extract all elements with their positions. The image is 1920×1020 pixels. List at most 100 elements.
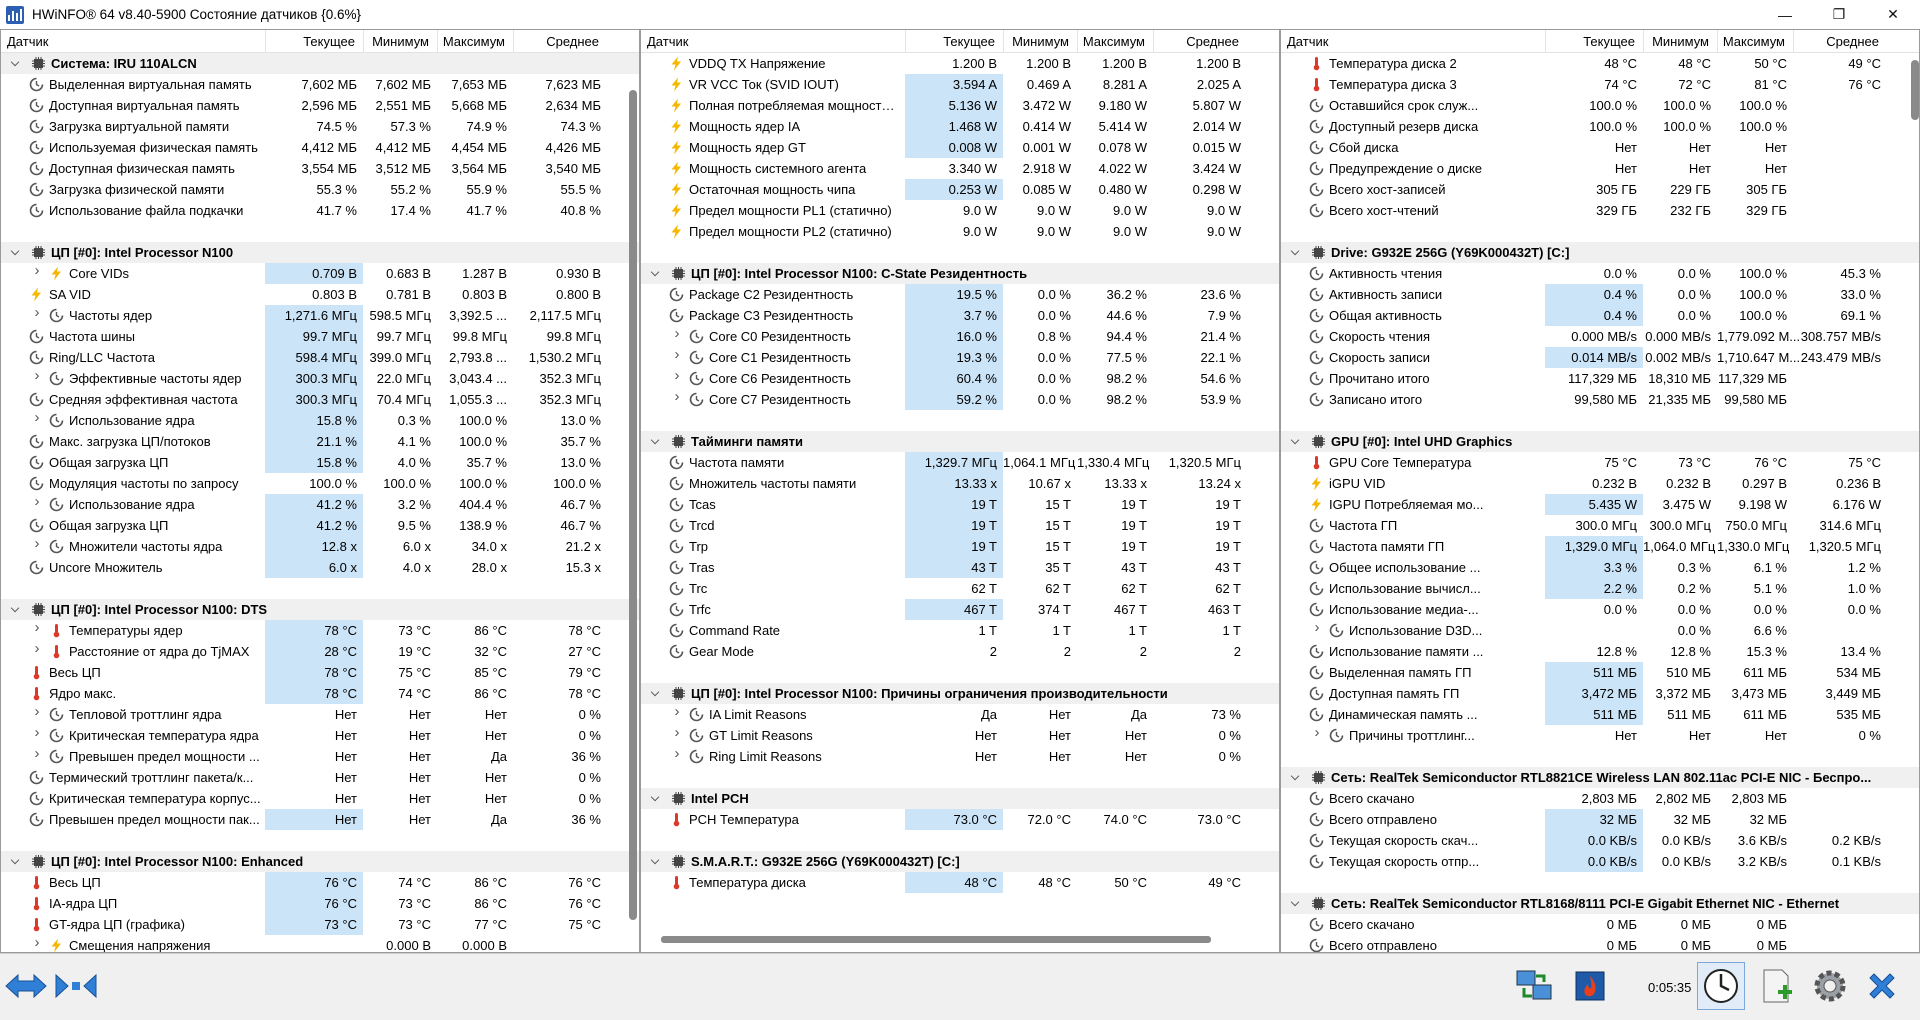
chevron-down-icon[interactable]: ⌵	[1289, 771, 1301, 783]
sensor-row[interactable]: Макс. загрузка ЦП/потоков 21.1 % 4.1 % 100.…	[1, 431, 639, 452]
sensor-row[interactable]: Всего хост-чтений 329 ГБ 232 ГБ 329 ГБ	[1281, 200, 1919, 221]
sensor-row[interactable]: › Ring Limit Reasons Нет Нет Нет 0 %	[641, 746, 1279, 767]
chevron-right-icon[interactable]: ›	[671, 389, 683, 404]
sensor-group-header[interactable]: ⌵ GPU [#0]: Intel UHD Graphics	[1281, 431, 1919, 452]
sensor-pane-1[interactable]: Датчик Текущее Минимум Максимум Среднее ⌵ Сист…	[0, 29, 640, 953]
sensor-row[interactable]: Весь ЦП 78 °C 75 °C 85 °C 79 °C	[1, 662, 639, 683]
chevron-right-icon[interactable]: ›	[671, 746, 683, 761]
sensor-row[interactable]: Trcd 19 T 15 T 19 T 19 T	[641, 515, 1279, 536]
sensor-row[interactable]: › Использование ядра 41.2 % 3.2 % 404.4 % 46.…	[1, 494, 639, 515]
sensor-row[interactable]: Выделенная память ГП 511 МБ 510 МБ 611 МБ 53…	[1281, 662, 1919, 683]
sensor-row[interactable]: Мощность ядер GT 0.008 W 0.001 W 0.078 W 0.0…	[641, 137, 1279, 158]
chevron-down-icon[interactable]: ⌵	[9, 246, 21, 258]
column-separator[interactable]	[1003, 30, 1004, 52]
sensor-row[interactable]: Записано итого 99,580 МБ 21,335 МБ 99,580 М…	[1281, 389, 1919, 410]
chevron-right-icon[interactable]: ›	[31, 620, 43, 635]
column-header-current[interactable]: Текущее	[303, 34, 355, 49]
sensor-row[interactable]: Использование медиа-... 0.0 % 0.0 % 0.0 % 0.…	[1281, 599, 1919, 620]
sensor-row[interactable]: › Core VIDs 0.709 В 0.683 В 1.287 В 0.930 В	[1, 263, 639, 284]
sensor-row[interactable]: › Смещения напряжения 0.000 В 0.000 В	[1, 935, 639, 952]
chevron-right-icon[interactable]: ›	[31, 725, 43, 740]
column-separator[interactable]	[1717, 30, 1718, 52]
chevron-down-icon[interactable]: ⌵	[649, 267, 661, 279]
sensor-row[interactable]: Температура диска 48 °C 48 °C 50 °C 49 °C	[641, 872, 1279, 893]
sensor-row[interactable]: › Причины троттлинг... Нет Нет Нет 0 %	[1281, 725, 1919, 746]
chevron-right-icon[interactable]: ›	[31, 263, 43, 278]
sensor-row[interactable]: Использование файла подкачки 41.7 % 17.4 %…	[1, 200, 639, 221]
column-header-current[interactable]: Текущее	[943, 34, 995, 49]
collapse-all-button[interactable]	[52, 962, 100, 1010]
sensor-row[interactable]: Остаточная мощность чипа 0.253 W 0.085 W 0.…	[641, 179, 1279, 200]
sensor-row[interactable]: Активность чтения 0.0 % 0.0 % 100.0 % 45.3 %	[1281, 263, 1919, 284]
sensor-row[interactable]: › Температуры ядер 78 °C 73 °C 86 °C 78 °C	[1, 620, 639, 641]
sensor-row[interactable]: Tras 43 T 35 T 43 T 43 T	[641, 557, 1279, 578]
sensor-group-header[interactable]: ⌵ Тайминги памяти	[641, 431, 1279, 452]
chevron-right-icon[interactable]: ›	[1311, 620, 1323, 635]
sensor-row[interactable]: Динамическая память ... 511 МБ 511 МБ 611 М…	[1281, 704, 1919, 725]
sensor-row[interactable]: Всего скачано 2,803 МБ 2,802 МБ 2,803 МБ	[1281, 788, 1919, 809]
column-separator[interactable]	[437, 30, 438, 52]
sensor-row[interactable]: Загрузка физической памяти 55.3 % 55.2 % 55…	[1, 179, 639, 200]
sensor-row[interactable]: Общая активность 0.4 % 0.0 % 100.0 % 69.1 %	[1281, 305, 1919, 326]
expand-all-button[interactable]	[2, 962, 50, 1010]
sensor-pane-2[interactable]: Датчик Текущее Минимум Максимум Среднее VDDQ …	[640, 29, 1280, 953]
sensor-row[interactable]: Package C3 Резидентность 3.7 % 0.0 % 44.6 %…	[641, 305, 1279, 326]
sensor-row[interactable]: GPU Core Температура 75 °C 73 °C 76 °C 75 °C	[1281, 452, 1919, 473]
sensor-row[interactable]: Trfc 467 T 374 T 467 T 463 T	[641, 599, 1279, 620]
column-separator[interactable]	[1153, 30, 1154, 52]
chevron-right-icon[interactable]: ›	[31, 368, 43, 383]
sensor-row[interactable]: Всего хост-записей 305 ГБ 229 ГБ 305 ГБ	[1281, 179, 1919, 200]
chevron-down-icon[interactable]: ⌵	[649, 792, 661, 804]
report-button[interactable]	[1752, 962, 1800, 1010]
column-separator[interactable]	[1643, 30, 1644, 52]
sensor-row[interactable]: Выделенная виртуальная память 7,602 МБ 7,6…	[1, 74, 639, 95]
sensor-row[interactable]: PCH Температура 73.0 °C 72.0 °C 74.0 °C 73.0…	[641, 809, 1279, 830]
column-separator[interactable]	[905, 30, 906, 52]
sensor-row[interactable]: › Тепловой троттлинг ядра Нет Нет Нет 0 %	[1, 704, 639, 725]
sensor-row[interactable]: Температура диска 3 74 °C 72 °C 81 °C 76 °C	[1281, 74, 1919, 95]
sensor-group-header[interactable]: ⌵ ЦП [#0]: Intel Processor N100: DTS	[1, 599, 639, 620]
sensor-row[interactable]: Доступная виртуальная память 2,596 МБ 2,55…	[1, 95, 639, 116]
column-header-avg[interactable]: Среднее	[1186, 34, 1239, 49]
sensor-row[interactable]: Текущая скорость отпр... 0.0 KB/s 0.0 KB/s…	[1281, 851, 1919, 872]
column-header-min[interactable]: Минимум	[372, 34, 429, 49]
sensor-row[interactable]: Оставшийся срок служ... 100.0 % 100.0 % 100…	[1281, 95, 1919, 116]
column-separator[interactable]	[363, 30, 364, 52]
chevron-right-icon[interactable]: ›	[671, 704, 683, 719]
sensor-row[interactable]: IA-ядра ЦП 76 °C 73 °C 86 °C 76 °C	[1, 893, 639, 914]
sensor-row[interactable]: › GT Limit Reasons Нет Нет Нет 0 %	[641, 725, 1279, 746]
chevron-down-icon[interactable]: ⌵	[9, 603, 21, 615]
sensor-row[interactable]: › IA Limit Reasons Да Нет Да 73 %	[641, 704, 1279, 725]
sensor-row[interactable]: VR VCC Ток (SVID IOUT) 3.594 A 0.469 A 8.28…	[641, 74, 1279, 95]
sensor-row[interactable]: › Превышен предел мощности ... Нет Нет Да 36 …	[1, 746, 639, 767]
chevron-down-icon[interactable]: ⌵	[9, 855, 21, 867]
cpu-monitor-button[interactable]	[1566, 962, 1614, 1010]
sensor-row[interactable]: Используемая физическая память 4,412 МБ 4,…	[1, 137, 639, 158]
sensor-row[interactable]: Ядро макс. 78 °C 74 °C 86 °C 78 °C	[1, 683, 639, 704]
sensor-row[interactable]: VDDQ TX Напряжение 1.200 В 1.200 В 1.200 В 1…	[641, 53, 1279, 74]
sensor-row[interactable]: IGPU Потребляемая мо... 5.435 W 3.475 W 9.1…	[1281, 494, 1919, 515]
sensor-row[interactable]: Температура диска 2 48 °C 48 °C 50 °C 49 °C	[1281, 53, 1919, 74]
column-header-avg[interactable]: Среднее	[1826, 34, 1879, 49]
column-separator[interactable]	[1793, 30, 1794, 52]
sensor-row[interactable]: Множитель частоты памяти 13.33 x 10.67 x 13…	[641, 473, 1279, 494]
timer-reset-button[interactable]	[1697, 962, 1745, 1010]
close-window-button[interactable]: ✕	[1866, 0, 1920, 29]
sensor-row[interactable]: › Множители частоты ядра 12.8 x 6.0 x 34.0 x…	[1, 536, 639, 557]
sensor-row[interactable]: Модуляция частоты по запросу 100.0 % 100.0…	[1, 473, 639, 494]
sensor-row[interactable]: Полная потребляемая мощность ЦП 5.136 W 3.…	[641, 95, 1279, 116]
column-header-min[interactable]: Минимум	[1012, 34, 1069, 49]
chevron-down-icon[interactable]: ⌵	[9, 57, 21, 69]
sensor-row[interactable]: Общая загрузка ЦП 15.8 % 4.0 % 35.7 % 13.0 %	[1, 452, 639, 473]
sensor-row[interactable]: SA VID 0.803 В 0.781 В 0.803 В 0.800 В	[1, 284, 639, 305]
sensor-row[interactable]: Мощность ядер IA 1.468 W 0.414 W 5.414 W 2.0…	[641, 116, 1279, 137]
chevron-down-icon[interactable]: ⌵	[1289, 435, 1301, 447]
column-header-current[interactable]: Текущее	[1583, 34, 1635, 49]
sensor-row[interactable]: › Использование D3D... 0.0 % 6.6 %	[1281, 620, 1919, 641]
chevron-down-icon[interactable]: ⌵	[649, 855, 661, 867]
sensor-pane-3[interactable]: Датчик Текущее Минимум Максимум Среднее Темпе…	[1280, 29, 1920, 953]
column-separator[interactable]	[513, 30, 514, 52]
sensor-row[interactable]: Всего отправлено 0 МБ 0 МБ 0 МБ	[1281, 935, 1919, 952]
column-separator[interactable]	[1545, 30, 1546, 52]
sensor-row[interactable]: Критическая температура корпус... Нет Нет Н…	[1, 788, 639, 809]
